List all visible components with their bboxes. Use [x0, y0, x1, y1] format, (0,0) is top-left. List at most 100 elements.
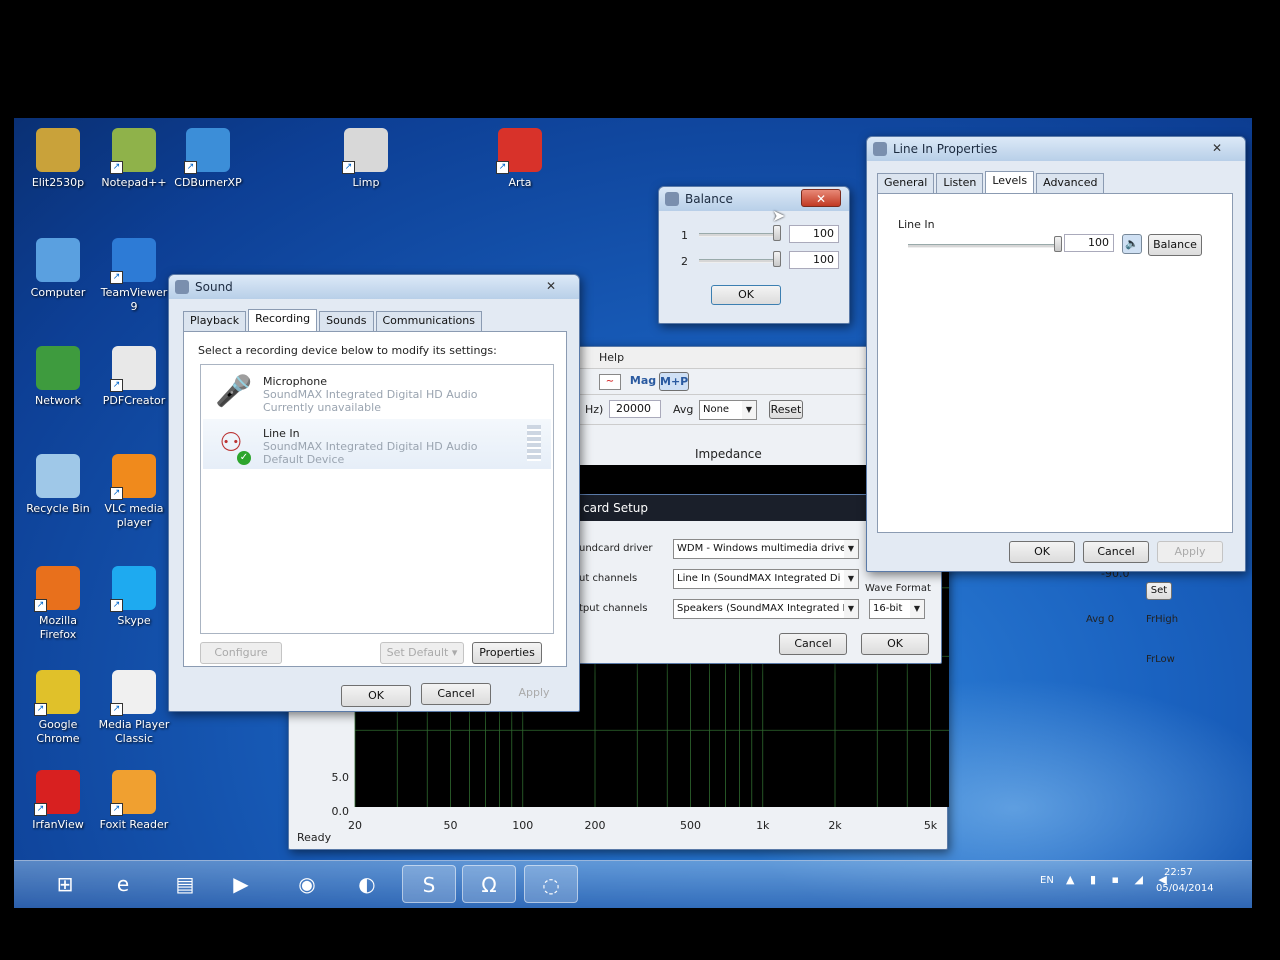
desktop-icon-label: IrfanView [32, 818, 84, 831]
chevron-down-icon: ▼ [910, 600, 924, 618]
taskbar-explorer-icon[interactable]: ▤ [158, 865, 212, 903]
tab-sounds[interactable]: Sounds [319, 311, 374, 331]
speaker-mute-icon[interactable]: 🔈 [1122, 234, 1142, 254]
configure-button[interactable]: Configure [200, 642, 282, 664]
app-icon: ↗ [110, 238, 156, 284]
close-icon[interactable]: ✕ [1197, 139, 1237, 157]
card-row-select[interactable]: Line In (SoundMAX Integrated Di ▼ [673, 569, 859, 589]
channel-slider-thumb[interactable] [773, 225, 781, 241]
default-check-icon: ✓ [237, 451, 251, 465]
desktop-icon[interactable]: ↗ Limp [328, 128, 404, 190]
shortcut-arrow-icon: ↗ [110, 379, 123, 392]
card-row-value: WDM - Windows multimedia driver [677, 543, 851, 554]
shortcut-arrow-icon: ↗ [110, 703, 123, 716]
taskbar-firefox-icon[interactable]: ◐ [340, 865, 394, 903]
shortcut-arrow-icon: ↗ [496, 161, 509, 174]
close-icon[interactable]: ✕ [801, 189, 841, 207]
wave-format-select[interactable]: 16-bit ▼ [869, 599, 925, 619]
desktop-icon[interactable]: ↗ CDBurnerXP [170, 128, 246, 190]
avg-select[interactable]: None ▼ [699, 400, 757, 420]
desktop-icon[interactable]: Elit2530p [20, 128, 96, 190]
card-row-label: tput channels [579, 603, 648, 614]
card-row-select[interactable]: WDM - Windows multimedia driver ▼ [673, 539, 859, 559]
desktop-icon[interactable]: Network [20, 346, 96, 408]
tab-communications[interactable]: Communications [375, 311, 482, 331]
card-ok-button[interactable]: OK [861, 633, 929, 655]
desktop-icon[interactable]: ↗ IrfanView [20, 770, 96, 832]
taskbar-skype-icon[interactable]: S [402, 865, 456, 903]
mag-button[interactable]: Mag [629, 372, 657, 391]
line-in-level-input[interactable]: 100 [1064, 234, 1114, 252]
clock-time[interactable]: 22:57 [1164, 867, 1193, 878]
balance-button[interactable]: Balance [1148, 234, 1202, 256]
line-in-slider[interactable] [908, 244, 1058, 248]
desktop-icon[interactable]: ↗ TeamViewer 9 [96, 238, 172, 314]
channel-slider[interactable] [699, 233, 779, 237]
device-line-in[interactable]: ⚇ ✓ Line In SoundMAX Integrated Digital … [203, 419, 551, 469]
properties-button[interactable]: Properties [472, 642, 542, 664]
set-default-button[interactable]: Set Default ▾ [380, 642, 464, 664]
desktop-icon[interactable]: ↗ PDFCreator [96, 346, 172, 408]
lineprops-cancel-button[interactable]: Cancel [1083, 541, 1149, 563]
taskbar-chrome-icon[interactable]: ◉ [280, 865, 334, 903]
card-cancel-button[interactable]: Cancel [779, 633, 847, 655]
close-icon[interactable]: ✕ [531, 277, 571, 295]
desktop-icon[interactable]: ↗ Mozilla Firefox [20, 566, 96, 642]
avg-readout: Avg 0 [1086, 614, 1115, 625]
lineprops-apply-button[interactable]: Apply [1157, 541, 1223, 563]
sound-ok-button[interactable]: OK [341, 685, 411, 707]
device-microphone[interactable]: 🎤 Microphone SoundMAX Integrated Digital… [203, 367, 551, 417]
status-ready: Ready [297, 831, 332, 844]
channel-level-input[interactable]: 100 [789, 225, 839, 243]
taskbar-start-orb-icon[interactable]: ⊞ [38, 865, 92, 903]
tab-recording[interactable]: Recording [248, 309, 318, 331]
desktop-icon[interactable]: ↗ Foxit Reader [96, 770, 172, 832]
desktop-icon[interactable]: ↗ VLC media player [96, 454, 172, 530]
desktop-icon-label: VLC media player [104, 502, 164, 529]
lineprops-ok-button[interactable]: OK [1009, 541, 1075, 563]
waveform-icon[interactable]: ∼ [599, 374, 621, 390]
tab-playback[interactable]: Playback [183, 311, 247, 331]
card-setup-title: card Setup [583, 501, 649, 515]
channel-level-input[interactable]: 100 [789, 251, 839, 269]
balance-dialog: Balance ✕ 1 100 2 100 OK [658, 186, 850, 324]
desktop-icon[interactable]: ↗ Skype [96, 566, 172, 628]
desktop-icon-label: Notepad++ [101, 176, 167, 189]
channel-slider[interactable] [699, 259, 779, 263]
desktop-icon-label: Mozilla Firefox [39, 614, 77, 641]
desktop-icon[interactable]: ↗ Arta [482, 128, 558, 190]
desktop-icon-label: CDBurnerXP [174, 176, 242, 189]
line-in-slider-thumb[interactable] [1054, 236, 1062, 252]
desktop-icon[interactable]: ↗ Media Player Classic [96, 670, 172, 746]
taskbar-ie-icon[interactable]: e [96, 865, 150, 903]
tab-general[interactable]: General [877, 173, 935, 193]
sound-apply-button[interactable]: Apply [501, 683, 567, 705]
card-row-value: Speakers (SoundMAX Integrated D [677, 603, 851, 614]
freq-input[interactable]: 20000 [609, 400, 661, 418]
clock-date[interactable]: 05/04/2014 [1156, 883, 1214, 894]
desktop-icon[interactable]: ↗ Notepad++ [96, 128, 172, 190]
desktop-icon[interactable]: ↗ Google Chrome [20, 670, 96, 746]
language-indicator[interactable]: EN [1040, 875, 1054, 886]
taskbar-sound-icon[interactable]: ◌ [524, 865, 578, 903]
desktop-icon-label: Limp [352, 176, 380, 189]
tab-levels[interactable]: Levels [985, 171, 1035, 193]
tab-listen[interactable]: Listen [936, 173, 984, 193]
mp-button[interactable]: M+P [659, 372, 689, 391]
taskbar-limp-icon[interactable]: Ω [462, 865, 516, 903]
menu-help[interactable]: Help [599, 351, 624, 364]
tab-advanced[interactable]: Advanced [1036, 173, 1105, 193]
desktop-icon[interactable]: Recycle Bin [20, 454, 96, 516]
card-row-select[interactable]: Speakers (SoundMAX Integrated D ▼ [673, 599, 859, 619]
set-button[interactable]: Set [1146, 582, 1172, 600]
device-list[interactable]: 🎤 Microphone SoundMAX Integrated Digital… [200, 364, 554, 634]
line-in-label: Line In [898, 218, 935, 231]
balance-ok-button[interactable]: OK [711, 285, 781, 305]
levels-panel: Line In 100 🔈 Balance [877, 193, 1233, 533]
channel-slider-thumb[interactable] [773, 251, 781, 267]
desktop-icon[interactable]: Computer [20, 238, 96, 300]
sound-cancel-button[interactable]: Cancel [421, 683, 491, 705]
taskbar-media-icon[interactable]: ▶ [214, 865, 268, 903]
reset-button[interactable]: Reset [769, 400, 803, 419]
lineprops-titlebar: Line In Properties ✕ [867, 137, 1245, 161]
